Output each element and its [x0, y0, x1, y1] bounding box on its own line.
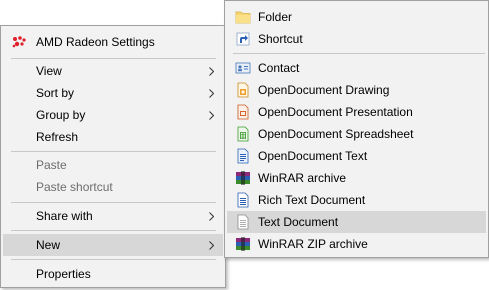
menu-item-share-with[interactable]: Share with — [3, 205, 223, 227]
menu-item-label: Group by — [36, 108, 86, 122]
submenu-item-rich-text-document[interactable]: Rich Text Document — [227, 189, 486, 211]
submenu-item-label: Contact — [258, 61, 300, 75]
chevron-right-icon — [209, 241, 214, 250]
menu-separator — [11, 58, 216, 59]
menu-item-sort-by[interactable]: Sort by — [3, 82, 223, 104]
menu-separator — [11, 151, 216, 152]
submenu-item-label: WinRAR ZIP archive — [258, 237, 368, 251]
submenu-item-contact[interactable]: Contact — [227, 57, 486, 79]
amd-radeon-icon — [11, 34, 27, 50]
submenu-item-label: OpenDocument Text — [258, 149, 368, 163]
menu-item-view[interactable]: View — [3, 60, 223, 82]
submenu-item-label: OpenDocument Drawing — [258, 83, 390, 97]
drawing-document-icon — [235, 82, 251, 98]
submenu-item-label: OpenDocument Presentation — [258, 105, 413, 119]
submenu-item-text-document[interactable]: Text Document — [227, 211, 486, 233]
submenu-item-label: OpenDocument Spreadsheet — [258, 127, 414, 141]
menu-item-new[interactable]: New — [3, 234, 223, 256]
chevron-right-icon — [209, 89, 214, 98]
plain-text-document-icon — [235, 214, 251, 230]
menu-item-label: AMD Radeon Settings — [36, 35, 155, 49]
menu-item-refresh[interactable]: Refresh — [3, 126, 223, 148]
menu-item-label: Properties — [36, 267, 91, 281]
menu-item-paste-shortcut[interactable]: Paste shortcut — [3, 176, 223, 198]
desktop-background: AMD Radeon Settings View Sort by Group b… — [0, 0, 489, 290]
menu-item-label: Refresh — [36, 130, 79, 144]
submenu-item-winrar-zip-archive[interactable]: WinRAR ZIP archive — [227, 233, 486, 255]
menu-item-label: Share with — [36, 209, 93, 223]
chevron-right-icon — [209, 212, 214, 221]
shortcut-icon — [235, 31, 251, 47]
menu-item-label: New — [36, 238, 61, 252]
folder-icon — [235, 9, 251, 25]
menu-item-properties[interactable]: Properties — [3, 263, 223, 285]
chevron-right-icon — [209, 67, 214, 76]
submenu-item-opendocument-presentation[interactable]: OpenDocument Presentation — [227, 101, 486, 123]
submenu-item-label: Folder — [258, 10, 293, 24]
menu-item-label: View — [36, 64, 62, 78]
new-submenu: Folder Shortcut Contact OpenDocument Dra… — [224, 0, 489, 258]
presentation-document-icon — [235, 104, 251, 120]
submenu-item-winrar-archive[interactable]: WinRAR archive — [227, 167, 486, 189]
menu-separator — [233, 53, 485, 54]
chevron-right-icon — [209, 111, 214, 120]
submenu-item-opendocument-spreadsheet[interactable]: OpenDocument Spreadsheet — [227, 123, 486, 145]
menu-separator — [11, 259, 216, 260]
menu-separator — [11, 230, 216, 231]
submenu-item-shortcut[interactable]: Shortcut — [227, 28, 486, 50]
desktop-context-menu: AMD Radeon Settings View Sort by Group b… — [0, 25, 226, 288]
menu-separator — [11, 202, 216, 203]
submenu-item-opendocument-drawing[interactable]: OpenDocument Drawing — [227, 79, 486, 101]
submenu-item-label: Rich Text Document — [258, 193, 366, 207]
spreadsheet-document-icon — [235, 126, 251, 142]
menu-item-label: Paste shortcut — [36, 180, 113, 194]
submenu-item-label: Shortcut — [258, 32, 303, 46]
submenu-item-folder[interactable]: Folder — [227, 6, 486, 28]
menu-item-label: Sort by — [36, 86, 75, 100]
submenu-item-opendocument-text[interactable]: OpenDocument Text — [227, 145, 486, 167]
text-document-icon — [235, 148, 251, 164]
submenu-item-label: Text Document — [258, 215, 339, 229]
submenu-item-label: WinRAR archive — [258, 171, 347, 185]
menu-item-group-by[interactable]: Group by — [3, 104, 223, 126]
menu-item-label: Paste — [36, 158, 67, 172]
winrar-zip-books-icon — [235, 236, 251, 252]
contact-card-icon — [235, 60, 251, 76]
winrar-books-icon — [235, 170, 251, 186]
menu-item-paste[interactable]: Paste — [3, 154, 223, 176]
rich-text-document-icon — [235, 192, 251, 208]
menu-item-amd-radeon-settings[interactable]: AMD Radeon Settings — [3, 31, 223, 53]
